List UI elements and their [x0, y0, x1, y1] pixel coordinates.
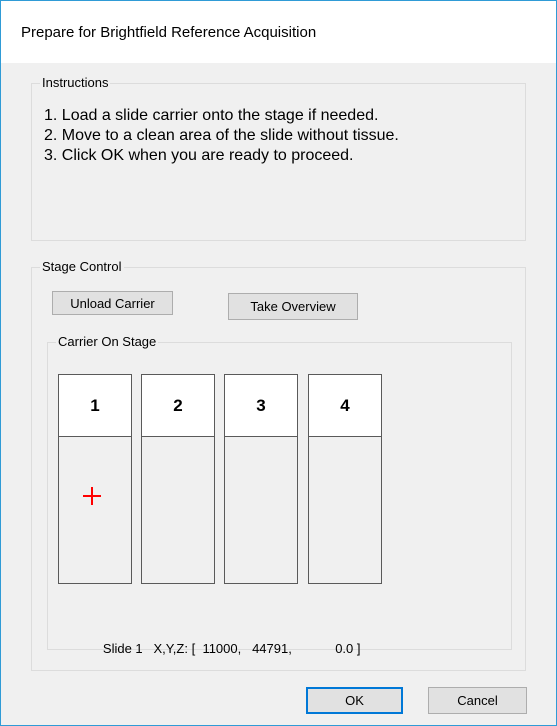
instructions-group: Instructions 1. Load a slide carrier ont… [31, 75, 526, 241]
slide-label: Slide 1 [102, 641, 143, 656]
carrier-group: Carrier On Stage 1 2 3 4 Slide 1 X,Y,Z: … [47, 334, 512, 656]
stage-control-group-label: Stage Control [40, 259, 124, 274]
carrier-slot-1[interactable]: 1 [58, 374, 132, 584]
carrier-group-label: Carrier On Stage [56, 334, 159, 349]
window-title: Prepare for Brightfield Reference Acquis… [21, 24, 317, 41]
unload-carrier-button[interactable]: Unload Carrier [52, 291, 173, 315]
slot-2-number: 2 [142, 375, 214, 437]
slot-1-number: 1 [59, 375, 131, 437]
stage-control-group: Stage Control Unload Carrier Take Overvi… [31, 259, 526, 671]
instructions-group-label: Instructions [40, 75, 111, 90]
instruction-line-2: 2. Move to a clean area of the slide wit… [44, 127, 399, 144]
instructions-text: 1. Load a slide carrier onto the stage i… [44, 106, 399, 166]
stage-position-crosshair-icon [83, 487, 101, 505]
slot-4-number: 4 [309, 375, 381, 437]
carrier-slot-3[interactable]: 3 [224, 374, 298, 584]
carrier-slot-2[interactable]: 2 [141, 374, 215, 584]
position-z: 0.0 [335, 641, 354, 656]
title-bar[interactable]: Prepare for Brightfield Reference Acquis… [1, 1, 556, 63]
carrier-slot-4[interactable]: 4 [308, 374, 382, 584]
dialog-window: Prepare for Brightfield Reference Acquis… [0, 0, 557, 726]
close-bracket: ] [356, 641, 361, 656]
instruction-line-3: 3. Click OK when you are ready to procee… [44, 147, 354, 164]
instruction-line-1: 1. Load a slide carrier onto the stage i… [44, 107, 379, 124]
position-x: 11000, [202, 641, 242, 656]
position-y: 44791, [252, 641, 292, 656]
ok-button[interactable]: OK [306, 687, 403, 714]
cancel-button[interactable]: Cancel [428, 687, 527, 714]
stage-position-readout: Slide 1 X,Y,Z: [ 11000, 44791, 0.0 ] [74, 626, 361, 671]
slot-3-number: 3 [225, 375, 297, 437]
take-overview-button[interactable]: Take Overview [228, 293, 358, 320]
axes-label: X,Y,Z: [153, 641, 188, 656]
